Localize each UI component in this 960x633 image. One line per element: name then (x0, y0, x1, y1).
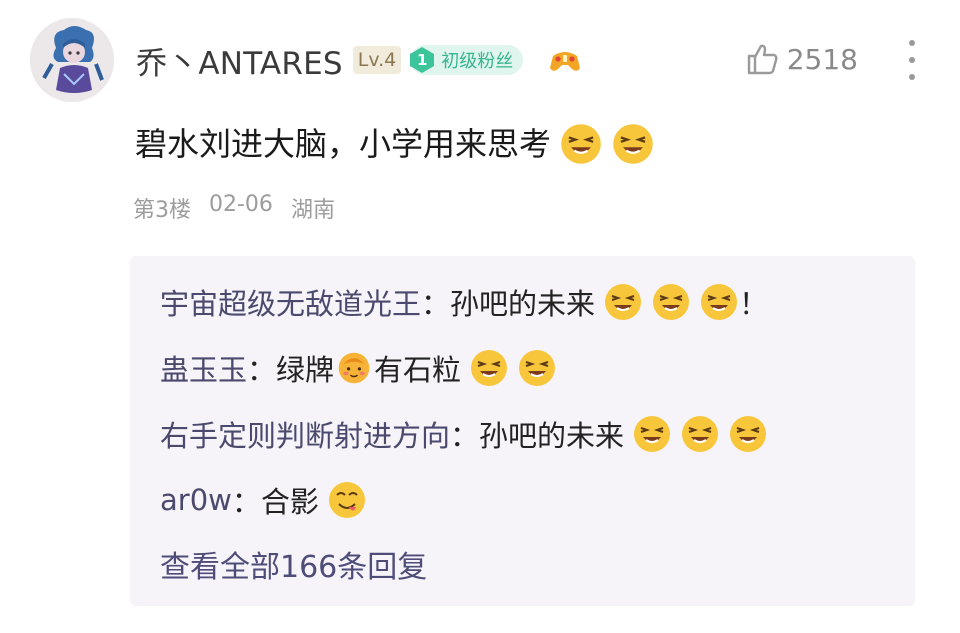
thumbs-up-icon (743, 40, 781, 78)
comment-location: 湖南 (290, 198, 335, 223)
yummy-emoji-icon (327, 480, 367, 520)
laughing-emoji-icon (517, 348, 557, 388)
laughing-emoji-icon (559, 122, 603, 166)
username[interactable]: 乔丶ANTARES (136, 38, 343, 83)
laughing-emoji-icon (699, 282, 739, 322)
reply-text-after: 有石粒 (374, 353, 462, 387)
level-badge: Lv.4 (352, 46, 402, 74)
reply-separator: ： (231, 485, 261, 519)
laughing-emoji-icon (603, 282, 643, 322)
blushing-emoji-icon (336, 350, 372, 386)
like-count: 2518 (786, 42, 858, 76)
reply-author[interactable]: ar0w (160, 483, 232, 517)
reply-author[interactable]: 宇宙超级无敌道光王 (160, 281, 421, 323)
gem-icon: 1 (407, 45, 437, 75)
floor-number: 第3楼 (133, 198, 191, 223)
reply-author[interactable]: 右手定则判断射进方向 (160, 413, 450, 455)
reply-suffix: ！ (739, 287, 769, 321)
fan-badge[interactable]: 1 初级粉丝 (410, 45, 524, 75)
fan-badge-level: 1 (417, 51, 428, 69)
reply-item[interactable]: ar0w ： 合影 (160, 476, 367, 524)
reply-text-before: 绿牌 (276, 353, 335, 387)
comment-meta: 第3楼 02-06 湖南 (133, 192, 335, 224)
laughing-emoji-icon (632, 414, 672, 454)
fan-badge-label: 初级粉丝 (441, 51, 514, 72)
more-options-icon[interactable] (904, 40, 920, 80)
replies-box: 宇宙超级无敌道光王 ： 孙吧的未来 ！ 蛊玉玉 ： 绿牌 有石粒 右手定则判断射… (130, 256, 915, 606)
comment-body: 碧水刘进大脑，小学用来思考 (135, 120, 655, 168)
reply-separator: ： (450, 419, 480, 453)
laughing-emoji-icon (469, 348, 509, 388)
view-all-replies-link[interactable]: 查看全部166条回复 (160, 542, 427, 586)
laughing-emoji-icon (680, 414, 720, 454)
comment-date: 02-06 (209, 192, 273, 217)
laughing-emoji-icon (728, 414, 768, 454)
like-button[interactable]: 2518 (743, 40, 858, 78)
reply-item[interactable]: 宇宙超级无敌道光王 ： 孙吧的未来 ！ (160, 278, 768, 326)
comment-text: 碧水刘进大脑，小学用来思考 (135, 125, 552, 163)
reply-separator: ： (247, 353, 277, 387)
comment-header: 乔丶ANTARES Lv.4 1 初级粉丝 (136, 38, 583, 82)
reply-text: 孙吧的未来 (479, 419, 625, 453)
game-controller-medal-icon (547, 42, 583, 78)
reply-item[interactable]: 蛊玉玉 ： 绿牌 有石粒 (160, 344, 557, 392)
reply-author[interactable]: 蛊玉玉 (160, 347, 247, 389)
reply-text: 合影 (260, 485, 319, 519)
avatar[interactable] (30, 18, 114, 102)
reply-item[interactable]: 右手定则判断射进方向 ： 孙吧的未来 (160, 410, 768, 458)
laughing-emoji-icon (651, 282, 691, 322)
laughing-emoji-icon (611, 122, 655, 166)
reply-text: 孙吧的未来 (450, 287, 596, 321)
reply-separator: ： (421, 287, 451, 321)
